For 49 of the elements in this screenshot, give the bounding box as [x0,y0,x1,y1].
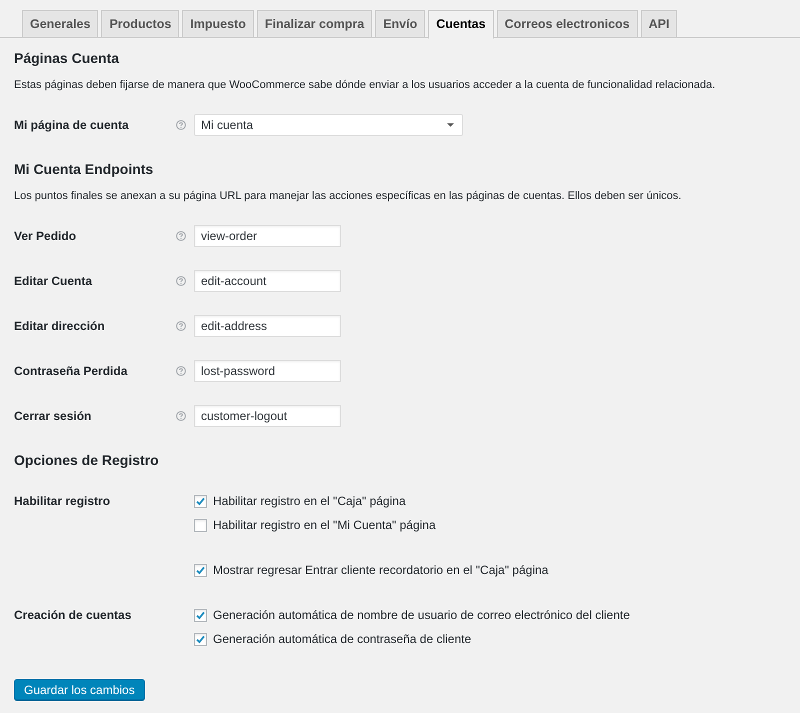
section-heading: Opciones de Registro [14,451,160,470]
checkbox-label: Generación automática de nombre de usuario de correo electrónico del cliente [213,607,630,624]
settings-tab[interactable]: Impuesto [182,10,254,37]
section-heading: Páginas Cuenta [14,49,120,68]
settings-tab[interactable]: Productos [101,10,180,37]
settings-tab[interactable]: Correos electronicos [496,10,638,37]
checkbox[interactable] [194,494,207,508]
settings-tab[interactable]: Envío [375,10,426,37]
text-field[interactable]: customer-logout [194,405,341,427]
help-icon [176,411,186,421]
field-label: Editar dirección [14,319,105,333]
checkbox-label: Habilitar registro en el "Caja" página [213,493,406,510]
text-field[interactable]: edit-address [194,315,341,337]
text-field[interactable]: edit-account [194,270,341,292]
settings-tab[interactable]: Finalizar compra [256,10,372,37]
checkbox[interactable] [194,564,207,576]
section-description: Los puntos finales se anexan a su página URL para manejar las acciones específicas en las páginas de cuentas. Ellos deben ser únicos. [14,189,682,204]
select-field[interactable]: Mi cuenta [194,114,463,136]
field-label: Creación de cuentas [14,608,132,622]
text-field[interactable]: view-order [194,225,341,247]
section-description: Estas páginas deben fijarse de manera que WooCommerce sabe dónde enviar a los usuarios acceder a la cuenta de funcionalidad relacionada. [14,78,716,93]
checkmark-icon [195,610,206,620]
field-label: Editar Cuenta [14,274,92,288]
settings-tab[interactable]: API [640,10,678,37]
help-icon [176,276,186,286]
section-heading: Mi Cuenta Endpoints [14,160,154,179]
checkbox[interactable] [194,608,207,622]
checkmark-icon [195,496,206,506]
field-label: Cerrar sesión [14,409,92,423]
settings-tab[interactable]: Generales [22,10,98,37]
field-label: Mi página de cuenta [14,118,129,132]
checkmark-icon [195,634,206,644]
checkbox-label: Habilitar registro en el "Mi Cuenta" página [213,517,436,534]
help-icon [176,120,186,130]
text-field[interactable]: lost-password [194,360,341,382]
help-icon [176,366,186,376]
field-label: Habilitar registro [14,494,110,508]
checkbox-label: Generación automática de contraseña de cliente [213,631,472,648]
save-button[interactable]: Guardar los cambios [14,679,145,700]
checkbox-label: Mostrar regresar Entrar cliente recordatorio en el "Caja" página [213,562,548,579]
field-label: Ver Pedido [14,229,76,243]
checkmark-icon [195,564,206,576]
help-icon [176,321,186,331]
help-icon [176,231,186,241]
field-label: Contraseña Perdida [14,364,128,378]
caret-icon [447,123,454,127]
checkbox[interactable] [194,632,207,646]
settings-tab[interactable]: Cuentas [428,10,494,39]
checkbox[interactable] [194,518,207,532]
